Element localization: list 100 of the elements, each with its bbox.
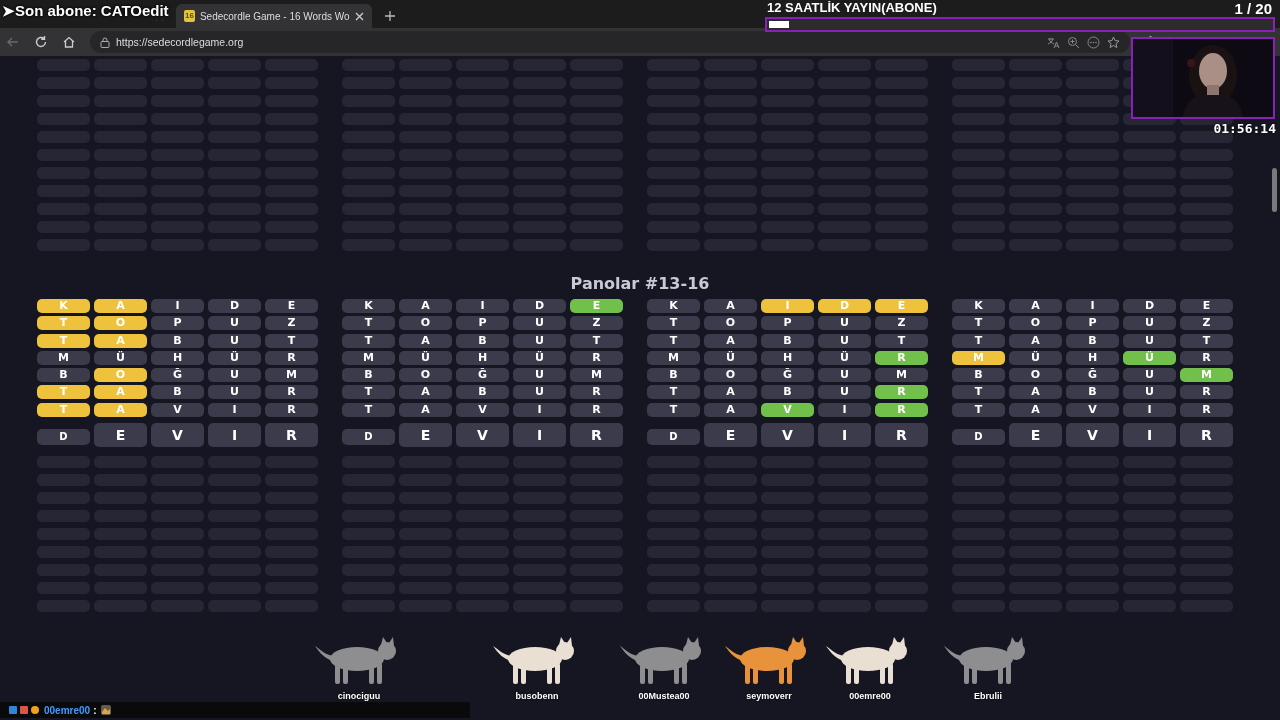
guess-letter: R [1180, 385, 1233, 400]
typed-letter: R [1180, 422, 1233, 447]
guess-letter: O [94, 368, 147, 383]
typed-letter: D [37, 428, 90, 445]
guess-letter: D [208, 299, 261, 313]
guess-letter: A [399, 333, 452, 348]
guess-letter: T [647, 316, 700, 331]
guess-letter: K [37, 299, 90, 313]
guess-letter: A [1009, 402, 1062, 417]
guess-letter: T [647, 333, 700, 348]
guess-letter: U [1123, 316, 1176, 331]
guess-letter: M [647, 350, 700, 365]
guess-letter: M [952, 350, 1005, 365]
guess-letter: V [456, 402, 509, 417]
guess-letter: M [37, 350, 90, 365]
guess-letter: T [37, 402, 90, 417]
guess-letter: I [1123, 402, 1176, 417]
guess-letter: A [94, 333, 147, 348]
stream-timer: 01:56:14 [1213, 121, 1276, 136]
typed-letter: R [265, 422, 318, 447]
guess-letter: O [94, 316, 147, 331]
guess-letter: I [818, 402, 871, 417]
guess-letter: T [647, 385, 700, 400]
guess-letter: Z [875, 316, 928, 331]
guess-letter: A [704, 333, 757, 348]
typed-letter: E [704, 422, 757, 447]
guess-letter: H [456, 350, 509, 365]
guess-letter: P [151, 316, 204, 331]
guess-letter: D [1123, 299, 1176, 313]
guess-letter: A [399, 402, 452, 417]
guess-letter: T [342, 316, 395, 331]
typed-letter: D [647, 428, 700, 445]
guess-letter: R [265, 402, 318, 417]
guess-letter: U [513, 368, 566, 383]
guess-letter: T [647, 402, 700, 417]
guess-letter: B [151, 333, 204, 348]
guess-letter: I [1066, 299, 1119, 313]
guess-letter: T [570, 333, 623, 348]
guess-letter: Z [265, 316, 318, 331]
guess-letter: V [1066, 402, 1119, 417]
goal-count: 1 / 20 [1234, 0, 1272, 17]
guess-letter: T [952, 385, 1005, 400]
typed-letter: V [456, 422, 509, 447]
viewer-name: Ebrulii [974, 691, 1002, 701]
guess-letter: T [265, 333, 318, 348]
guess-letter: O [399, 368, 452, 383]
guess-letter: U [513, 385, 566, 400]
guess-letter: H [1066, 350, 1119, 365]
typed-letter: D [952, 428, 1005, 445]
guess-letter: R [570, 385, 623, 400]
guess-letter: A [704, 402, 757, 417]
guess-letter: U [818, 385, 871, 400]
guess-letter: B [151, 385, 204, 400]
guess-letter: T [37, 333, 90, 348]
guess-letter: M [265, 368, 318, 383]
guess-letter: R [875, 385, 928, 400]
guess-letter: O [399, 316, 452, 331]
guess-letter: R [875, 402, 928, 417]
subscriber-toast: ➤Son abone: CATOedit [2, 2, 171, 20]
guess-letter: U [1123, 385, 1176, 400]
address-field[interactable]: https://sedecordlegame.org [90, 31, 1130, 53]
guess-letter: K [342, 299, 395, 313]
guess-letter: P [456, 316, 509, 331]
guess-letter: H [761, 350, 814, 365]
guess-letter: U [1123, 368, 1176, 383]
typed-letter: E [94, 422, 147, 447]
typed-letter: V [761, 422, 814, 447]
guess-letter: H [151, 350, 204, 365]
typed-letter: I [208, 422, 261, 447]
guess-letter: T [342, 402, 395, 417]
site-favicon: 16 [184, 10, 195, 22]
guess-letter: M [342, 350, 395, 365]
guess-letter: T [952, 316, 1005, 331]
guess-letter: V [151, 402, 204, 417]
url-text: https://sedecordlegame.org [116, 36, 244, 48]
guess-letter: U [818, 333, 871, 348]
guess-letter: B [761, 333, 814, 348]
guess-letter: A [704, 299, 757, 313]
guess-letter: D [513, 299, 566, 313]
typed-letter: R [875, 422, 928, 447]
guess-letter: R [570, 350, 623, 365]
guess-letter: Ğ [761, 368, 814, 383]
browser-tab[interactable]: 16 Sedecordle Game - 16 Words Wo [176, 4, 372, 28]
guess-letter: A [94, 299, 147, 313]
guess-letter: O [1009, 316, 1062, 331]
guess-letter: A [94, 402, 147, 417]
guess-letter: Ü [513, 350, 566, 365]
typed-letter: I [818, 422, 871, 447]
viewer-name: busobenn [515, 691, 559, 701]
guess-letter: E [265, 299, 318, 313]
guess-letter: I [761, 299, 814, 313]
typed-letter: E [399, 422, 452, 447]
guess-letter: Ü [704, 350, 757, 365]
guess-letter: A [399, 299, 452, 313]
guess-letter: Ğ [456, 368, 509, 383]
guess-letter: Ü [1123, 350, 1176, 365]
guess-letter: Z [570, 316, 623, 331]
guess-letter: B [647, 368, 700, 383]
guess-letter: Ğ [1066, 368, 1119, 383]
guess-letter: I [456, 299, 509, 313]
